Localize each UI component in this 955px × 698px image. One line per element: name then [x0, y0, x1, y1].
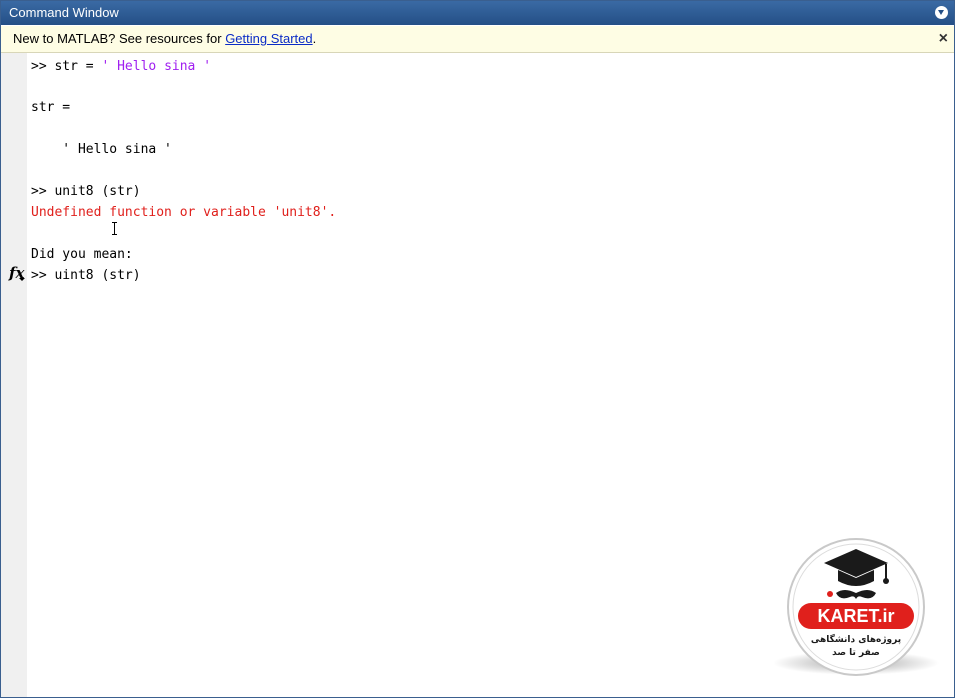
- window-title: Command Window: [9, 5, 119, 20]
- function-browser-icon[interactable]: fx: [9, 264, 25, 282]
- console-line: >> str = ' Hello sina ': [31, 59, 212, 74]
- logo-tagline-2: صفر تا صد: [832, 648, 880, 658]
- console-line: str =: [31, 100, 71, 115]
- info-message: New to MATLAB? See resources for Getting…: [13, 31, 317, 46]
- console-gutter: [1, 53, 27, 697]
- logo-brand: KARET.ir: [817, 606, 894, 626]
- console-line: ' Hello sina ': [31, 142, 172, 157]
- info-bar: New to MATLAB? See resources for Getting…: [1, 26, 954, 53]
- karet-logo: KARET.ir پروژه‌های دانشگاهی صفر تا صد: [787, 538, 925, 676]
- close-infobar-icon[interactable]: ×: [939, 26, 948, 52]
- console-line: Did you mean:: [31, 247, 133, 262]
- getting-started-link[interactable]: Getting Started: [225, 31, 312, 46]
- console-line: >> unit8 (str): [31, 184, 141, 199]
- window-actions-menu-icon[interactable]: [935, 6, 948, 19]
- string-literal: ' Hello sina ': [101, 59, 212, 74]
- command-prompt-line[interactable]: >> uint8 (str): [31, 266, 141, 286]
- text-cursor-icon: [112, 222, 118, 235]
- logo-tagline-1: پروژه‌های دانشگاهی: [811, 633, 901, 645]
- title-bar: Command Window: [1, 1, 954, 25]
- error-message: Undefined function or variable 'unit8'.: [31, 205, 337, 220]
